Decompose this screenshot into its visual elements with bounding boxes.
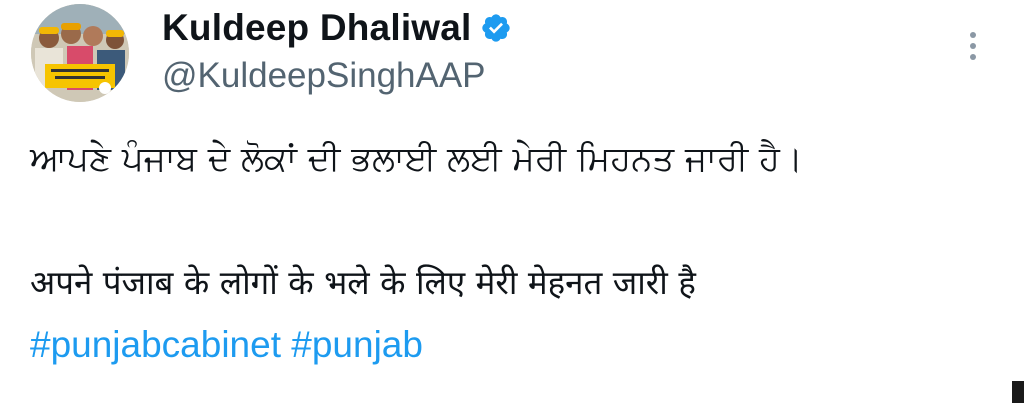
tweet-author: Kuldeep Dhaliwal @KuldeepSinghAAP <box>162 4 944 96</box>
tweet-line-gurmukhi: ਆਪਣੇ ਪੰਜਾਬ ਦੇ ਲੋਕਾਂ ਦੀ ਭਲਾਈ ਲਈ ਮੇਰੀ ਮਿਹਨ… <box>30 139 803 179</box>
profile-photo <box>31 4 129 102</box>
tweet-line-hindi: अपने पंजाब के लोगों के भले के लिए मेरी म… <box>30 263 696 302</box>
scrollbar-edge <box>1012 381 1024 403</box>
author-name-row: Kuldeep Dhaliwal <box>162 4 944 52</box>
verified-badge-icon <box>480 12 512 44</box>
more-dot <box>970 43 976 49</box>
hashtag-link[interactable]: #punjab <box>291 324 423 365</box>
more-dot <box>970 32 976 38</box>
more-dot <box>970 54 976 60</box>
more-options-icon[interactable] <box>958 26 988 66</box>
author-handle[interactable]: @KuldeepSinghAAP <box>162 56 944 96</box>
author-display-name[interactable]: Kuldeep Dhaliwal <box>162 7 472 49</box>
tweet-text: ਆਪਣੇ ਪੰਜਾਬ ਦੇ ਲੋਕਾਂ ਦੀ ਭਲਾਈ ਲਈ ਮੇਰੀ ਮਿਹਨ… <box>30 128 1004 376</box>
hashtag-list: #punjabcabinet #punjab <box>30 314 1004 376</box>
avatar[interactable] <box>31 4 129 102</box>
hashtag-link[interactable]: #punjabcabinet <box>30 324 281 365</box>
